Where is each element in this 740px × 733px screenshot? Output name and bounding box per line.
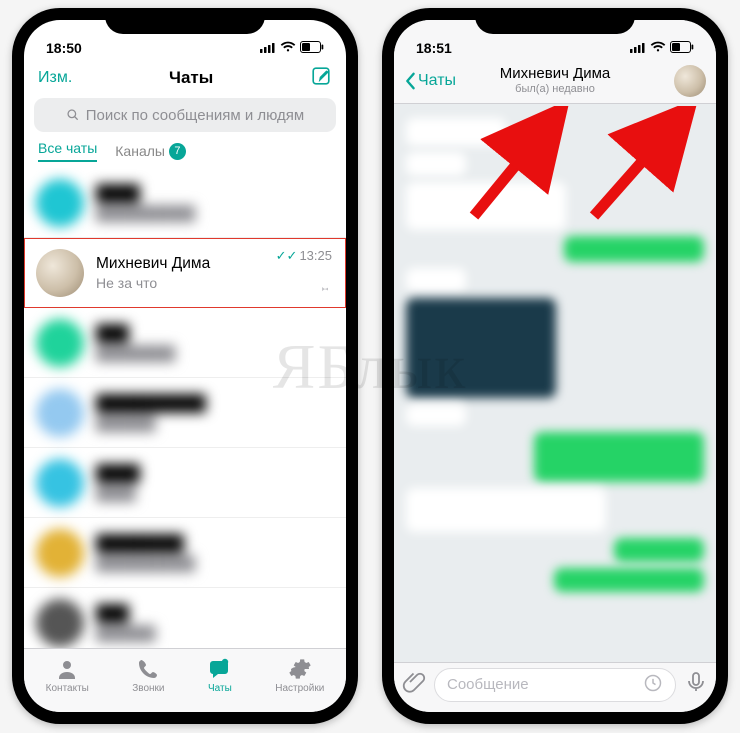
wifi-icon [280, 40, 296, 56]
message-out[interactable] [534, 432, 704, 482]
screen-chat-detail: 18:51 Чаты Михневич Дима был(а) недавно [394, 20, 716, 712]
avatar [36, 459, 84, 507]
message-input[interactable]: Сообщение [434, 668, 676, 702]
chat-row[interactable]: ████████████████ [24, 378, 346, 448]
chat-preview: Не за что [96, 275, 334, 291]
chat-row[interactable]: █████████ [24, 588, 346, 648]
avatar [36, 529, 84, 577]
contact-name: Михневич Дима [500, 66, 611, 83]
avatar [36, 599, 84, 647]
message-input-placeholder: Сообщение [447, 676, 529, 693]
chat-row[interactable]: ███████████ [24, 308, 346, 378]
edit-button[interactable]: Изм. [38, 69, 72, 87]
avatar [36, 179, 84, 227]
chat-time: ✓✓13:25 [276, 248, 332, 264]
bottom-tabbar: Контакты Звонки Чаты Настройки [24, 648, 346, 712]
contact-presence: был(а) недавно [500, 83, 611, 95]
chat-navbar: Чаты Михневич Дима был(а) недавно [394, 58, 716, 104]
avatar [36, 319, 84, 367]
chat-row[interactable]: ██████████████████ [24, 518, 346, 588]
message-input-bar: Сообщение [394, 662, 716, 712]
battery-icon [300, 40, 324, 56]
tab-chats[interactable]: Чаты [208, 657, 232, 694]
message-in[interactable] [406, 268, 466, 292]
search-placeholder: Поиск по сообщениям и людям [86, 107, 305, 124]
page-title: Чаты [169, 68, 213, 88]
search-input[interactable]: Поиск по сообщениям и людям [34, 98, 336, 132]
message-in[interactable] [406, 404, 466, 426]
navbar: Изм. Чаты [24, 58, 346, 98]
attach-button[interactable] [402, 670, 426, 699]
message-out[interactable] [554, 568, 704, 592]
phone-right: 18:51 Чаты Михневич Дима был(а) недавно [382, 8, 728, 724]
schedule-icon[interactable] [643, 673, 663, 697]
message-media[interactable] [406, 298, 556, 398]
chat-row[interactable]: ████████ [24, 448, 346, 518]
tab-settings[interactable]: Настройки [275, 657, 324, 694]
back-button[interactable]: Чаты [404, 72, 456, 90]
mic-button[interactable] [684, 670, 708, 699]
clock: 18:51 [416, 40, 452, 56]
chat-messages[interactable] [394, 104, 716, 662]
message-in[interactable] [406, 152, 466, 176]
message-out[interactable] [614, 538, 704, 562]
signal-icon [630, 40, 646, 56]
message-in[interactable] [406, 118, 506, 146]
chat-row-highlighted[interactable]: Михневич Дима Не за что ✓✓13:25 [24, 238, 346, 308]
signal-icon [260, 40, 276, 56]
battery-icon [670, 40, 694, 56]
notch [105, 8, 265, 34]
pin-icon [318, 282, 330, 297]
contact-avatar[interactable] [674, 65, 706, 97]
message-out[interactable] [564, 236, 704, 262]
avatar [36, 389, 84, 437]
tab-channels[interactable]: Каналы 7 [115, 140, 186, 162]
compose-button[interactable] [310, 65, 332, 92]
read-checks-icon: ✓✓ [276, 248, 298, 263]
filter-tabs: Все чаты Каналы 7 [24, 140, 346, 168]
channels-badge: 7 [169, 143, 186, 160]
clock: 18:50 [46, 40, 82, 56]
tab-calls[interactable]: Звонки [132, 657, 164, 694]
avatar [36, 249, 84, 297]
phone-left: 18:50 Изм. Чаты Поиск по сооб [12, 8, 358, 724]
wifi-icon [650, 40, 666, 56]
chats-list[interactable]: ██████████████ Михневич Дима Не за что ✓… [24, 168, 346, 648]
chat-row[interactable]: ██████████████ [24, 168, 346, 238]
tab-contacts[interactable]: Контакты [46, 657, 89, 694]
message-in[interactable] [406, 182, 566, 230]
contact-header[interactable]: Михневич Дима был(а) недавно [500, 66, 611, 95]
message-in[interactable] [406, 488, 606, 532]
notch [475, 8, 635, 34]
screen-chats-list: 18:50 Изм. Чаты Поиск по сооб [24, 20, 346, 712]
tab-all-chats[interactable]: Все чаты [38, 140, 97, 162]
